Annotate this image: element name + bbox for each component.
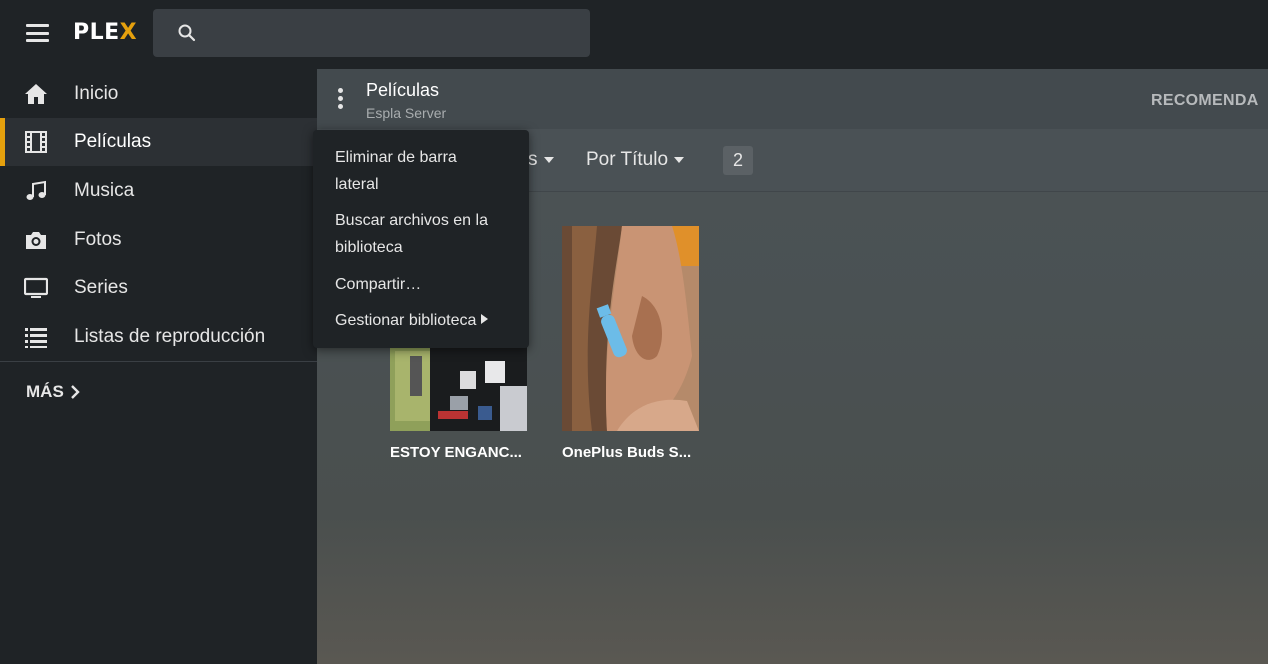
sidebar-divider xyxy=(0,361,317,362)
sidebar-item-inicio[interactable]: Inicio xyxy=(0,70,317,118)
sort-dropdown[interactable]: Por Título xyxy=(586,149,685,171)
hamburger-menu-icon[interactable] xyxy=(26,24,49,42)
library-server: Espla Server xyxy=(366,105,447,121)
sidebar-item-fotos[interactable]: Fotos xyxy=(0,216,317,264)
search-icon xyxy=(178,24,196,42)
tab-recommended[interactable]: RECOMENDA xyxy=(1151,92,1259,110)
submenu-arrow-icon xyxy=(481,314,489,324)
sort-label: Por Título xyxy=(586,149,669,170)
library-header: Películas Espla Server RECOMENDA xyxy=(317,69,1268,129)
media-title[interactable]: ESTOY ENGANC... xyxy=(390,444,522,461)
more-label: MÁS xyxy=(26,382,64,401)
sidebar-item-label: Musica xyxy=(74,180,135,201)
sidebar-item-label: Listas de reproducción xyxy=(74,326,266,347)
sidebar: Inicio Películas Musica Fotos Series Lis… xyxy=(0,69,317,664)
sidebar-item-label: Películas xyxy=(74,131,152,152)
chevron-right-icon xyxy=(70,385,80,399)
sidebar-item-label: Fotos xyxy=(74,229,122,250)
sidebar-item-label: Series xyxy=(74,277,128,298)
search-input[interactable] xyxy=(153,9,590,57)
menu-item-manage-library[interactable]: Gestionar biblioteca xyxy=(335,307,489,334)
filter-dropdown[interactable]: s xyxy=(528,149,554,171)
camera-icon xyxy=(26,232,46,249)
caret-down-icon xyxy=(674,157,685,163)
more-button[interactable]: MÁS xyxy=(26,382,80,402)
tv-icon xyxy=(24,277,48,298)
plex-logo[interactable]: PLEX xyxy=(73,20,137,45)
sidebar-item-label: Inicio xyxy=(74,83,119,104)
more-options-icon[interactable] xyxy=(336,88,344,112)
list-icon xyxy=(25,328,47,348)
menu-item-scan-library[interactable]: Buscar archivos en la biblioteca xyxy=(335,207,488,261)
filter-label: s xyxy=(528,149,538,170)
sidebar-item-listas[interactable]: Listas de reproducción xyxy=(0,313,317,361)
sidebar-item-peliculas[interactable]: Películas xyxy=(0,118,317,166)
music-icon xyxy=(26,180,46,200)
menu-item-share[interactable]: Compartir… xyxy=(335,271,421,298)
sidebar-item-musica[interactable]: Musica xyxy=(0,167,317,215)
sidebar-item-series[interactable]: Series xyxy=(0,264,317,312)
top-bar: PLEX xyxy=(0,0,1268,69)
library-context-menu: Eliminar de barra lateral Buscar archivo… xyxy=(313,130,529,348)
poster-image xyxy=(562,226,699,431)
film-icon xyxy=(25,131,47,153)
home-icon xyxy=(25,84,47,104)
library-title: Películas xyxy=(366,80,440,100)
menu-item-remove-sidebar[interactable]: Eliminar de barra lateral xyxy=(335,144,457,198)
caret-down-icon xyxy=(543,157,554,163)
item-count-badge: 2 xyxy=(723,146,753,175)
media-title[interactable]: OnePlus Buds S... xyxy=(562,444,691,461)
